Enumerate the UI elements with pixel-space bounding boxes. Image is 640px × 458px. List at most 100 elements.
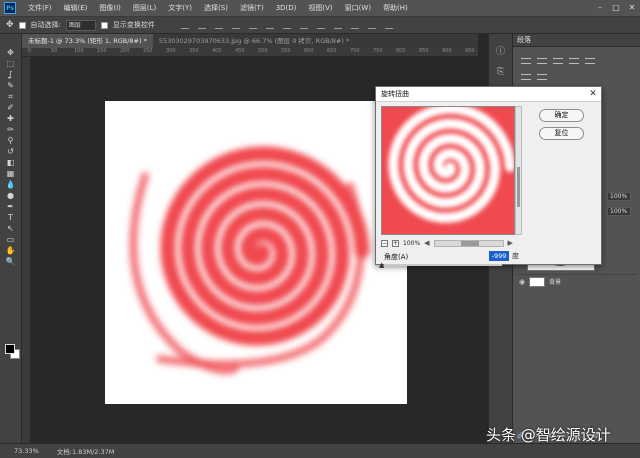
ruler-tick: 450 [235,48,245,54]
marquee-tool-icon[interactable]: ⬚ [5,59,17,69]
menu-item-7[interactable]: 3D(D) [270,0,303,16]
path-select-tool-icon[interactable]: ↖ [5,224,17,234]
tab-untitled-1[interactable]: 未标题-1 @ 73.3% (矩形 1, RGB/8#) * [22,34,153,48]
pen-tool-icon[interactable]: ✒ [5,202,17,212]
opacity-field[interactable]: 100% [607,192,631,201]
distribute-middle-icon[interactable] [299,21,308,29]
justify-all-text-icon[interactable] [585,58,595,64]
foreground-color-swatch[interactable] [5,344,15,354]
ruler-tick: 550 [281,48,291,54]
crop-tool-icon[interactable]: ⌗ [5,92,17,102]
eye-icon[interactable]: ◉ [519,278,525,286]
align-left-text-icon[interactable] [521,58,531,64]
menu-item-6[interactable]: 滤镜(T) [234,0,270,16]
paragraph-panel-header: 段落 [513,34,640,47]
indent-left-icon[interactable] [521,74,531,80]
distribute-center-icon[interactable] [350,21,359,29]
paragraph-panel-title[interactable]: 段落 [517,34,531,47]
ruler-tick: 850 [419,48,429,54]
history-brush-tool-icon[interactable]: ↺ [5,147,17,157]
dialog-close-icon[interactable]: ✕ [587,87,599,102]
align-middle-icon[interactable] [197,21,206,29]
zoom-level[interactable]: 73.33% [14,447,39,455]
indent-right-icon[interactable] [537,74,547,80]
angle-slider-knob[interactable]: ▲ [379,261,384,269]
menu-item-10[interactable]: 帮助(H) [377,0,414,16]
hscroll-thumb[interactable] [460,240,479,246]
move-tool-icon[interactable]: ✥ [5,48,17,58]
dodge-tool-icon[interactable]: ● [5,191,17,201]
align-right-icon[interactable] [265,21,274,29]
align-center-text-icon[interactable] [537,58,547,64]
eyedropper-tool-icon[interactable]: ✐ [5,103,17,113]
menu-item-3[interactable]: 图层(L) [127,0,162,16]
angle-input[interactable]: -999 [489,251,509,261]
distribute-right-icon[interactable] [367,21,376,29]
stamp-tool-icon[interactable]: ⚲ [5,136,17,146]
align-right-text-icon[interactable] [553,58,563,64]
auto-select-dropdown[interactable]: 图层 [65,19,96,31]
menu-item-1[interactable]: 编辑(E) [58,0,94,16]
reset-button[interactable]: 复位 [539,127,584,140]
minimize-button[interactable]: – [592,0,608,16]
type-tool-icon[interactable]: T [5,213,17,223]
ok-button[interactable]: 确定 [539,109,584,122]
tab-jpg-document[interactable]: 55303029703970633.jpg @ 66.7% (图层 0 拷贝, … [153,34,355,48]
angle-slider[interactable] [384,264,502,266]
scrollbar-thumb[interactable] [517,167,520,207]
zoom-out-button[interactable]: − [381,239,388,247]
zoom-tool-icon[interactable]: 🔍 [5,257,17,267]
menu-item-8[interactable]: 视图(V) [302,0,338,16]
auto-align-icon[interactable] [384,21,393,29]
menu-item-4[interactable]: 文字(Y) [162,0,198,16]
ruler-tick: 400 [212,48,222,54]
show-transform-label: 显示变换控件 [112,21,155,29]
align-top-icon[interactable] [180,21,189,29]
auto-select-checkbox[interactable] [18,21,26,29]
justify-text-icon[interactable] [569,58,579,64]
preview-vertical-scrollbar[interactable] [515,106,522,235]
scroll-left-icon[interactable]: ◀ [424,239,429,247]
show-transform-checkbox[interactable] [100,21,108,29]
close-button[interactable]: ✕ [624,0,640,16]
layer-thumbnail [529,276,546,287]
layer-row-background[interactable]: ◉ 背景 [517,274,637,288]
options-bar: ✥ 自动选择: 图层 显示变换控件 [0,16,640,34]
lasso-tool-icon[interactable]: ʆ [5,70,17,80]
distribute-left-icon[interactable] [333,21,342,29]
layer-name: 背景 [549,279,562,286]
scroll-right-icon[interactable]: ▶ [508,239,513,247]
menu-item-9[interactable]: 窗口(W) [339,0,377,16]
menu-item-0[interactable]: 文件(F) [22,0,58,16]
distribute-top-icon[interactable] [282,21,291,29]
move-tool-icon[interactable]: ✥ [6,20,14,30]
panel-toggle-icon-1[interactable]: ⎘ [497,67,504,77]
fill-field[interactable]: 100% [607,207,631,216]
healing-tool-icon[interactable]: ✚ [5,114,17,124]
maximize-button[interactable]: □ [608,0,624,16]
zoom-in-button[interactable]: + [392,239,399,247]
zoom-controls: − + 100% ◀ ▶ [381,238,522,248]
align-center-icon[interactable] [248,21,257,29]
dialog-preview[interactable] [381,106,515,235]
vertical-ruler [22,57,31,443]
swirl-spiral [160,146,370,346]
align-bottom-icon[interactable] [214,21,223,29]
hand-tool-icon[interactable]: ✋ [5,246,17,256]
menu-item-2[interactable]: 图像(I) [93,0,127,16]
panel-toggle-icon-0[interactable]: ⓘ [496,44,505,57]
gradient-tool-icon[interactable]: ▦ [5,169,17,179]
preview-horizontal-scrollbar[interactable] [433,239,504,247]
quick-select-tool-icon[interactable]: ✎ [5,81,17,91]
distribute-bottom-icon[interactable] [316,21,325,29]
brush-tool-icon[interactable]: ✏ [5,125,17,135]
document-canvas[interactable] [105,101,407,404]
auto-select-label: 自动选择: [30,21,61,29]
align-left-icon[interactable] [231,21,240,29]
menu-item-5[interactable]: 选择(S) [198,0,234,16]
shape-tool-icon[interactable]: ▭ [5,235,17,245]
eraser-tool-icon[interactable]: ◧ [5,158,17,168]
ruler-tick: 150 [97,48,107,54]
ruler-tick: 250 [143,48,153,54]
blur-tool-icon[interactable]: 💧 [5,180,17,190]
